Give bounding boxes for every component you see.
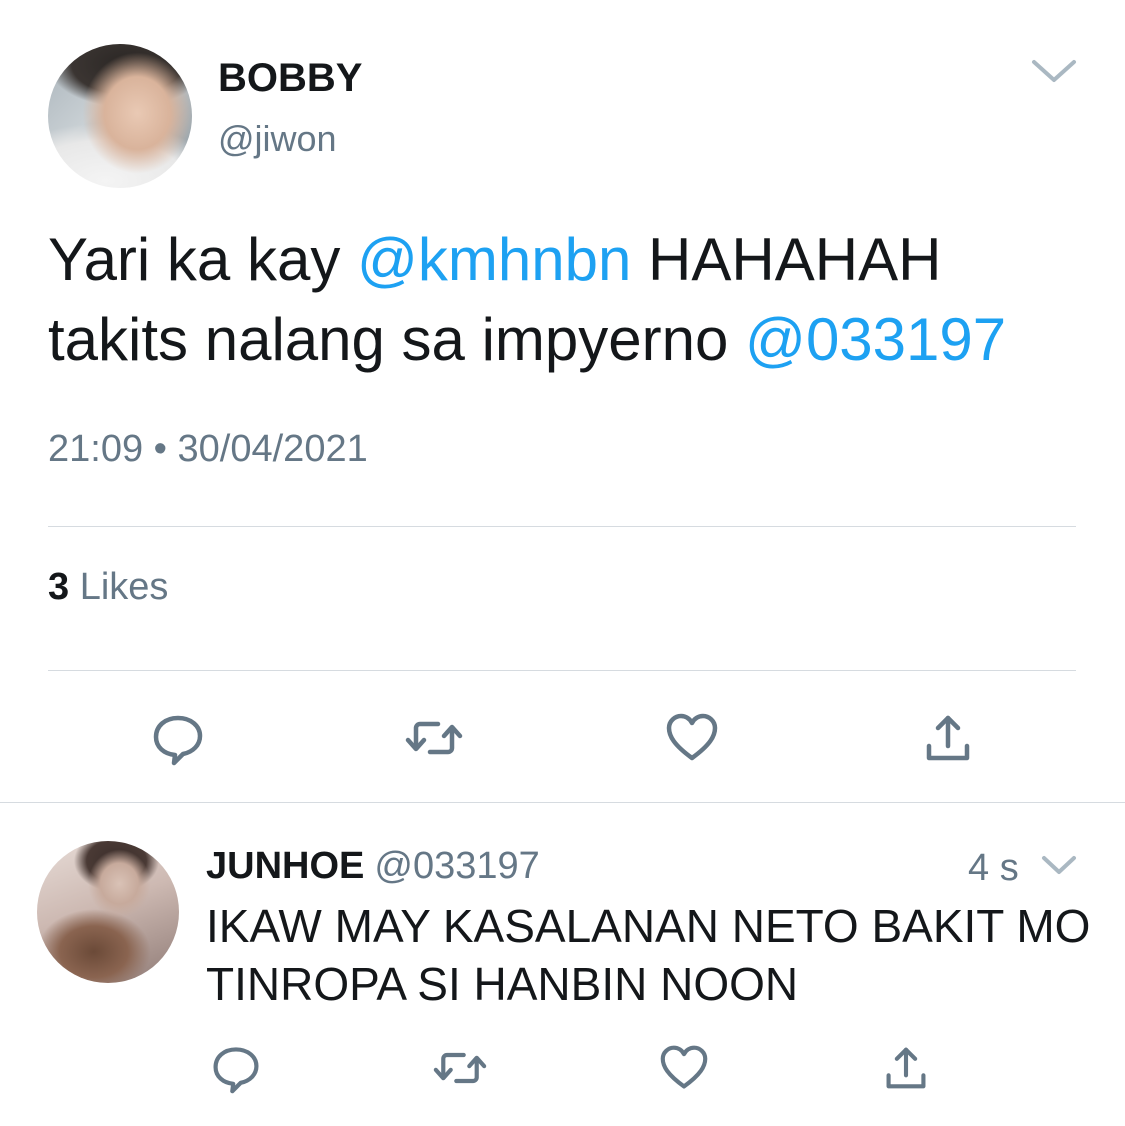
chevron-down-icon[interactable] bbox=[1030, 58, 1078, 84]
divider bbox=[48, 526, 1076, 527]
like-icon[interactable] bbox=[656, 1040, 712, 1096]
reply-header: JUNHOE @033197 bbox=[206, 845, 540, 888]
timestamp-separator: • bbox=[153, 428, 167, 470]
reply-text: IKAW MAY KASALANAN NETO BAKIT MO TINROPA… bbox=[206, 900, 1091, 1010]
author-name[interactable]: BOBBY bbox=[218, 56, 362, 101]
tweet-date: 30/04/2021 bbox=[177, 428, 368, 470]
retweet-icon[interactable] bbox=[432, 1040, 488, 1096]
reply-icon[interactable] bbox=[208, 1040, 264, 1096]
tweet-text: Yari ka kay @kmhnbn HAHAHAH takits nalan… bbox=[48, 220, 1088, 380]
author-handle[interactable]: @jiwon bbox=[218, 118, 337, 160]
retweet-icon[interactable] bbox=[404, 708, 464, 768]
tweet-timestamp[interactable]: 21:09 • 30/04/2021 bbox=[48, 428, 368, 471]
author-avatar[interactable] bbox=[48, 44, 192, 188]
likes-summary[interactable]: 3 Likes bbox=[48, 566, 168, 609]
tweet-separator bbox=[0, 802, 1125, 803]
chevron-down-icon[interactable] bbox=[1040, 854, 1078, 878]
share-icon[interactable] bbox=[918, 708, 978, 768]
mention-link[interactable]: @033197 bbox=[745, 306, 1006, 373]
like-icon[interactable] bbox=[662, 708, 722, 768]
likes-count: 3 bbox=[48, 566, 70, 608]
reply-time: 4 s bbox=[968, 847, 1019, 889]
tweet-time: 21:09 bbox=[48, 428, 144, 470]
reply-author-avatar[interactable] bbox=[37, 841, 179, 983]
reply-author-name[interactable]: JUNHOE bbox=[206, 845, 364, 887]
tweet-text-part: Yari ka kay bbox=[48, 226, 357, 293]
mention-link[interactable]: @kmhnbn bbox=[357, 226, 631, 293]
likes-label: Likes bbox=[79, 566, 169, 608]
divider bbox=[48, 670, 1076, 671]
reply-icon[interactable] bbox=[148, 708, 208, 768]
reply-author-handle[interactable]: @033197 bbox=[374, 845, 539, 887]
share-icon[interactable] bbox=[878, 1040, 934, 1096]
